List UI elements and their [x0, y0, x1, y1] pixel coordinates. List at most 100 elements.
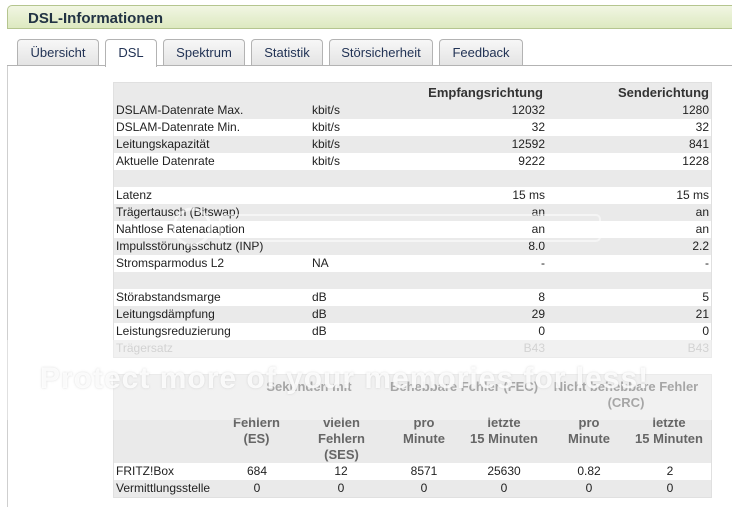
subheader-fec-pro-minute: pro Minute: [389, 415, 459, 447]
subheader-crc-pro-minute: pro Minute: [554, 415, 624, 447]
table-row: DSLAM-Datenrate Min. kbit/s 32 32: [114, 119, 711, 136]
header-senderichtung: Senderichtung: [617, 85, 709, 100]
tab-dsl[interactable]: DSL: [105, 39, 157, 67]
cell-fec-15min: 25630: [487, 464, 521, 478]
cell-sende: an: [695, 205, 709, 219]
row-unit: dB: [312, 307, 327, 321]
cell-fec-pro-minute: 8571: [410, 464, 438, 478]
cell-empfang: 8: [538, 290, 545, 304]
row-unit: NA: [312, 256, 329, 270]
cell-sende: 1280: [682, 103, 709, 117]
cell-empfang: an: [531, 222, 545, 236]
tab-stoersicherheit[interactable]: Störsicherheit: [329, 39, 433, 65]
table-row: Latenz 15 ms 15 ms: [114, 187, 711, 204]
row-label: Aktuelle Datenrate: [116, 154, 215, 168]
row-label-vermittlungsstelle: Vermittlungsstelle: [116, 481, 211, 495]
cell-empfang: 12032: [511, 103, 545, 117]
subheader-crc-15min: letzte 15 Minuten: [626, 415, 712, 447]
spacer-row: [114, 272, 711, 289]
cell-sende: an: [695, 222, 709, 236]
subheader-crc-15-line1: letzte: [652, 415, 686, 430]
subheader-fec-pro-line2: Minute: [403, 431, 445, 446]
cell-ses: 0: [337, 481, 345, 495]
cell-sende: 21: [695, 307, 709, 321]
cell-empfang: -: [541, 256, 545, 270]
cell-sende: 5: [702, 290, 709, 304]
row-unit: kbit/s: [312, 154, 341, 168]
subheader-ses-line2: Fehlern: [318, 431, 365, 446]
row-label: DSLAM-Datenrate Min.: [116, 120, 241, 134]
cell-crc-15min: 2: [666, 464, 674, 478]
cell-sende: 1228: [682, 154, 709, 168]
row-label: Nahtlose Ratenadaption: [116, 222, 245, 236]
table-row: Nahtlose Ratenadaption an an: [114, 221, 711, 238]
subheader-fec-15-line2: 15 Minuten: [470, 431, 538, 446]
subheader-crc-pro-line2: Minute: [568, 431, 610, 446]
group-header-crc: Nicht behebbare Fehler (CRC): [553, 379, 699, 410]
table-row: Impulsstörungsschutz (INP) 8.0 2.2: [114, 238, 711, 255]
error-table: Sekunden mit Behebbare Fehler (FEC) Nich…: [113, 374, 712, 498]
cell-empfang: 12592: [511, 137, 545, 151]
row-label: Leitungsdämpfung: [116, 307, 215, 321]
cell-empfang: 9222: [518, 154, 545, 168]
group-header-sekunden: Sekunden mit: [266, 379, 352, 394]
cell-empfang: B43: [523, 341, 545, 355]
subheader-fec-15-line1: letzte: [487, 415, 521, 430]
cell-empfang: 15 ms: [512, 188, 545, 202]
row-label: Impulsstörungsschutz (INP): [116, 239, 264, 253]
spacer-row: [114, 170, 711, 187]
row-unit: dB: [312, 324, 327, 338]
row-unit: kbit/s: [312, 120, 341, 134]
cell-fec-pro-minute: 0: [420, 481, 428, 495]
cell-sende: -: [705, 256, 709, 270]
group-header-fec: Behebbare Fehler (FEC): [389, 379, 539, 394]
cell-sende: B43: [687, 341, 709, 355]
table-row: Aktuelle Datenrate kbit/s 9222 1228: [114, 153, 711, 170]
cell-sende: 32: [695, 120, 709, 134]
subheader-ses-line3: (SES): [324, 447, 359, 462]
table-row-vermittlungsstelle: Vermittlungsstelle 0 0 0 0 0 0: [114, 480, 711, 497]
row-label: Leitungskapazität: [116, 137, 210, 151]
table-row: Leitungsdämpfung dB 29 21: [114, 306, 711, 323]
tab-uebersicht[interactable]: Übersicht: [17, 39, 99, 65]
cell-crc-pro-minute: 0: [585, 481, 593, 495]
cell-sende: 841: [688, 137, 709, 151]
cell-sende: 15 ms: [676, 188, 709, 202]
tab-spektrum[interactable]: Spektrum: [163, 39, 245, 65]
cell-sende: 0: [702, 324, 709, 338]
row-label: Stromsparmodus L2: [116, 256, 225, 270]
tab-feedback[interactable]: Feedback: [439, 39, 523, 65]
row-unit: kbit/s: [312, 103, 341, 117]
header-empfangsrichtung: Empfangsrichtung: [428, 85, 543, 100]
subheader-ses-line1: vielen: [323, 415, 360, 430]
dsl-info-table: Empfangsrichtung Senderichtung DSLAM-Dat…: [113, 82, 712, 358]
cell-crc-15min: 0: [666, 481, 674, 495]
cell-es: 684: [246, 464, 268, 478]
cell-empfang: an: [531, 205, 545, 219]
row-label: Trägersatz: [116, 341, 173, 355]
row-label: Latenz: [116, 188, 153, 202]
cell-fec-15min: 0: [500, 481, 508, 495]
subheader-ses: vielen Fehlern (SES): [304, 415, 379, 463]
row-label: Störabstandsmarge: [116, 290, 221, 304]
window-titlebar: DSL-Informationen: [7, 5, 732, 29]
table-row: Leistungsreduzierung dB 0 0: [114, 323, 711, 340]
tab-statistik[interactable]: Statistik: [251, 39, 323, 65]
table-header: Empfangsrichtung Senderichtung: [114, 83, 711, 102]
subheader-es-line1: Fehlern: [233, 415, 280, 430]
row-unit: kbit/s: [312, 137, 341, 151]
subheader-crc-pro-line1: pro: [578, 415, 600, 430]
cell-es: 0: [253, 481, 261, 495]
row-label: DSLAM-Datenrate Max.: [116, 103, 244, 117]
subheader-crc-15-line2: 15 Minuten: [635, 431, 703, 446]
cell-sende: 2.2: [692, 239, 709, 253]
cell-empfang: 0: [538, 324, 545, 338]
table-row: Trägertausch (Bitswap) an an: [114, 204, 711, 221]
row-label: Leistungsreduzierung: [116, 324, 231, 338]
table-row: DSLAM-Datenrate Max. kbit/s 12032 1280: [114, 102, 711, 119]
table-row-fritzbox: FRITZ!Box 684 12 8571 25630 0.82 2: [114, 463, 711, 480]
cell-empfang: 29: [531, 307, 545, 321]
row-unit: dB: [312, 290, 327, 304]
table-row: Leitungskapazität kbit/s 12592 841: [114, 136, 711, 153]
cell-empfang: 8.0: [528, 239, 545, 253]
